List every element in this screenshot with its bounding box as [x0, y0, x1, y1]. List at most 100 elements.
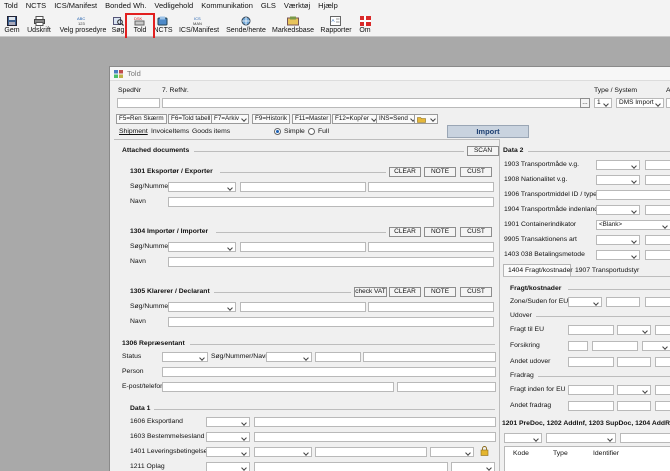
importer-field-2[interactable]	[240, 242, 366, 252]
payment-method-input[interactable]	[645, 250, 670, 260]
exporter-clear-button[interactable]: CLEAR	[389, 167, 421, 177]
tab-invoice-items[interactable]: InvoiceItems	[151, 128, 189, 136]
toolbar-about-button[interactable]: Om	[358, 13, 372, 35]
full-radio[interactable]	[308, 128, 315, 135]
menu-hjaelp[interactable]: Hjælp	[314, 0, 342, 12]
export-country-select[interactable]	[206, 417, 250, 427]
docs-filter-select[interactable]	[504, 433, 542, 443]
zone-input[interactable]	[606, 297, 640, 307]
exporter-field-3[interactable]	[368, 182, 494, 192]
storage-input[interactable]	[254, 462, 448, 471]
declarant-clear-button[interactable]: CLEAR	[389, 287, 421, 297]
tab-transport-equipment[interactable]: 1907 Transportudstyr	[575, 267, 639, 275]
toolbar-save-button[interactable]: Gem	[3, 13, 21, 35]
freight-to-eu-currency[interactable]	[617, 325, 651, 335]
importer-search-select[interactable]	[168, 242, 236, 252]
other-deduction-input-3[interactable]	[655, 401, 670, 411]
docs-filter-select-2[interactable]	[546, 433, 616, 443]
storage-select[interactable]	[206, 462, 250, 471]
importer-note-button[interactable]: NOTE	[424, 227, 456, 237]
f7-archive-button[interactable]: F7=Arkiv	[211, 114, 250, 124]
scan-button[interactable]: SCAN	[467, 146, 499, 156]
declarant-search-select[interactable]	[168, 302, 236, 312]
tab-goods-items[interactable]: Goods items	[192, 128, 230, 136]
rep-name-input[interactable]	[363, 352, 496, 362]
destination-country-select[interactable]	[206, 432, 250, 442]
inland-mode-input[interactable]	[645, 205, 670, 215]
rep-person-input[interactable]	[162, 367, 496, 377]
rep-search-input[interactable]	[315, 352, 361, 362]
menu-ics-manifest[interactable]: ICS/Manifest	[50, 0, 101, 12]
ref-input[interactable]	[162, 98, 582, 108]
exporter-search-select[interactable]	[168, 182, 236, 192]
menu-vaerktoej[interactable]: Værktøj	[280, 0, 314, 12]
exporter-cust-button[interactable]: CUST	[460, 167, 492, 177]
rep-search-select[interactable]	[266, 352, 312, 362]
rep-status-select[interactable]	[162, 352, 208, 362]
other-add-input-3[interactable]	[655, 357, 670, 367]
nationality-select[interactable]	[596, 175, 640, 185]
toolbar-ncts-button[interactable]: NCTS	[153, 13, 173, 35]
toolbar-market-base-button[interactable]: Markedsbase	[272, 13, 314, 35]
f12-copy-button[interactable]: F12=Kopi'er	[332, 114, 379, 124]
check-vat-button[interactable]: check VAT	[354, 287, 387, 297]
menu-gls[interactable]: GLS	[257, 0, 280, 12]
toolbar-procedure-button[interactable]: ABC 123 Velg prosedyre	[59, 13, 107, 35]
declarant-field-2[interactable]	[240, 302, 366, 312]
type-select[interactable]: 1	[594, 98, 612, 108]
a-input[interactable]	[666, 98, 670, 108]
system-select[interactable]: DMS Import	[616, 98, 664, 108]
delivery-terms-select-3[interactable]	[430, 447, 474, 457]
delivery-terms-select-2[interactable]	[254, 447, 312, 457]
toolbar-send-receive-button[interactable]: Sende/hente	[226, 13, 266, 35]
menu-bonded-wh[interactable]: Bonded Wh.	[101, 0, 150, 12]
freight-within-eu-input[interactable]	[568, 385, 614, 395]
declarant-note-button[interactable]: NOTE	[424, 287, 456, 297]
f9-history-button[interactable]: F9=Historik	[252, 114, 291, 124]
export-country-name[interactable]	[254, 417, 496, 427]
transaction-select[interactable]	[596, 235, 640, 245]
exporter-note-button[interactable]: NOTE	[424, 167, 456, 177]
menu-told[interactable]: Told	[0, 0, 22, 12]
insurance-currency[interactable]	[642, 341, 670, 351]
simple-radio[interactable]	[274, 128, 281, 135]
other-deduction-input-2[interactable]	[617, 401, 651, 411]
destination-country-name[interactable]	[254, 432, 496, 442]
f5-clear-screen-button[interactable]: F5=Ren Skærm	[116, 114, 167, 124]
zone-select[interactable]	[568, 297, 602, 307]
exporter-name-input[interactable]	[168, 197, 494, 207]
toolbar-reports-button[interactable]: A Rapporter	[320, 13, 352, 35]
nationality-input[interactable]	[645, 175, 670, 185]
transaction-input[interactable]	[645, 235, 670, 245]
exporter-field-2[interactable]	[240, 182, 366, 192]
declarant-field-3[interactable]	[368, 302, 494, 312]
importer-name-input[interactable]	[168, 257, 494, 267]
freight-to-eu-input-2[interactable]	[655, 325, 670, 335]
menu-kommunikation[interactable]: Kommunikation	[197, 0, 257, 12]
insurance-amount[interactable]	[592, 341, 638, 351]
inland-mode-select[interactable]	[596, 205, 640, 215]
rep-email-input[interactable]	[162, 382, 394, 392]
menu-vedligehold[interactable]: Vedligehold	[150, 0, 197, 12]
docs-filter-input[interactable]	[620, 433, 670, 443]
importer-cust-button[interactable]: CUST	[460, 227, 492, 237]
freight-to-eu-input[interactable]	[568, 325, 614, 335]
declarant-cust-button[interactable]: CUST	[460, 287, 492, 297]
declarant-name-input[interactable]	[168, 317, 494, 327]
other-add-input-2[interactable]	[617, 357, 651, 367]
other-deduction-input[interactable]	[568, 401, 614, 411]
storage-select-2[interactable]	[451, 462, 495, 471]
transport-id-input[interactable]	[596, 190, 670, 200]
zone-input-2[interactable]	[645, 297, 670, 307]
ins-send-button[interactable]: INS=Send	[376, 114, 418, 124]
other-add-input[interactable]	[568, 357, 614, 367]
f11-master-button[interactable]: F11=Master	[292, 114, 332, 124]
importer-field-3[interactable]	[368, 242, 494, 252]
folder-dropdown-button[interactable]	[414, 114, 438, 124]
sped-input[interactable]	[117, 98, 160, 108]
delivery-terms-select[interactable]	[206, 447, 250, 457]
freight-within-eu-currency[interactable]	[617, 385, 651, 395]
f6-customs-table-button[interactable]: F6=Told tabell	[168, 114, 214, 124]
toolbar-search-button[interactable]: Søg	[111, 13, 125, 35]
freight-within-eu-input-2[interactable]	[655, 385, 670, 395]
